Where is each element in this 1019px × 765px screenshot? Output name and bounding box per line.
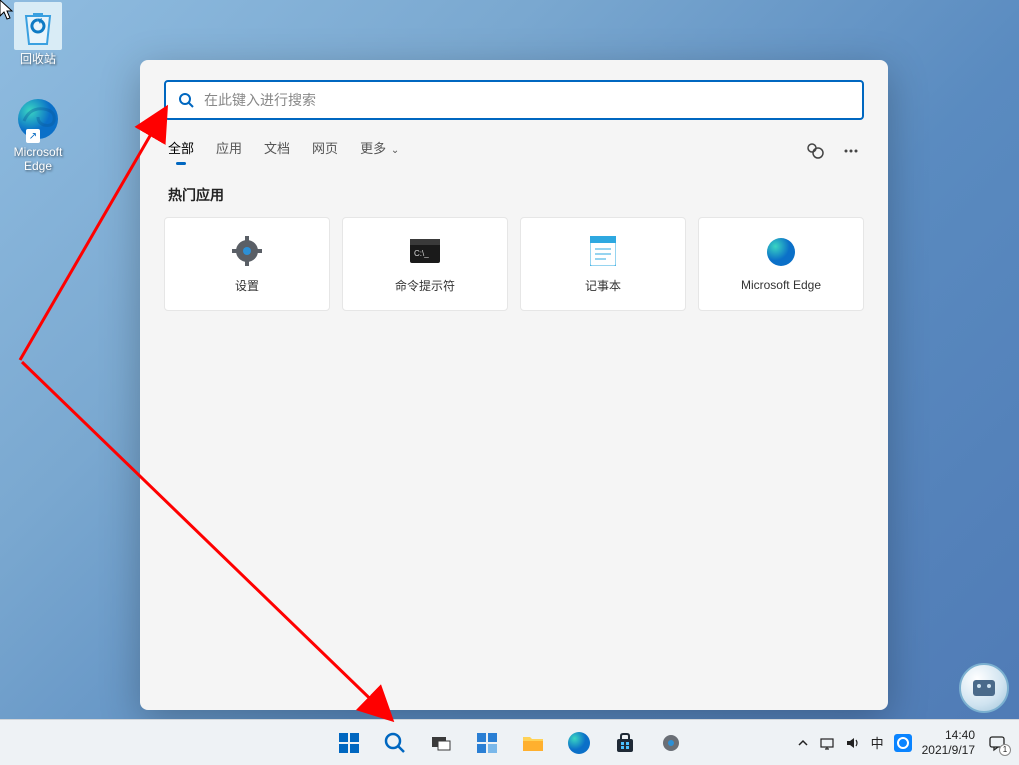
tray-app-icon[interactable]: [894, 734, 912, 752]
date-text: 2021/9/17: [922, 743, 975, 757]
search-tabs-row: 全部 应用 文档 网页 更多 ⌄: [164, 138, 864, 163]
rewards-button[interactable]: [806, 142, 824, 160]
app-card-edge[interactable]: Microsoft Edge: [698, 217, 864, 311]
app-card-settings[interactable]: 设置: [164, 217, 330, 311]
system-tray: 中 14:40 2021/9/17 1: [797, 728, 1019, 757]
notepad-icon: [587, 235, 619, 267]
store-button[interactable]: [605, 723, 645, 763]
chevron-down-icon: ⌄: [388, 145, 399, 156]
taskbar-search-button[interactable]: [375, 723, 415, 763]
settings-icon: [231, 235, 263, 267]
recycle-bin-label: 回收站: [3, 52, 73, 66]
more-options-button[interactable]: [842, 142, 860, 160]
search-panel: 全部 应用 文档 网页 更多 ⌄ 热门应用 设置 C:\_ 命令提示: [140, 60, 888, 710]
recycle-bin-icon: [14, 2, 62, 50]
tab-all[interactable]: 全部: [168, 138, 194, 163]
app-label: 命令提示符: [395, 277, 455, 294]
search-box[interactable]: [164, 80, 864, 120]
taskbar-center: [329, 723, 691, 763]
app-label: 记事本: [585, 277, 621, 294]
tray-overflow-button[interactable]: [797, 737, 809, 749]
widgets-button[interactable]: [467, 723, 507, 763]
taskbar: 中 14:40 2021/9/17 1: [0, 719, 1019, 765]
search-icon: [178, 92, 194, 108]
edge-icon: ↗: [14, 95, 62, 143]
settings-taskbar-button[interactable]: [651, 723, 691, 763]
recycle-bin-desktop-icon[interactable]: 回收站: [3, 2, 73, 66]
app-label: 设置: [235, 277, 259, 294]
edge-icon: [765, 236, 797, 268]
top-apps-grid: 设置 C:\_ 命令提示符 记事本 Microsoft Edge: [164, 217, 864, 311]
assistant-bubble[interactable]: [959, 663, 1009, 713]
tab-web[interactable]: 网页: [312, 138, 338, 163]
time-text: 14:40: [922, 728, 975, 742]
svg-text:C:\_: C:\_: [414, 249, 429, 258]
app-card-notepad[interactable]: 记事本: [520, 217, 686, 311]
app-label: Microsoft Edge: [741, 278, 821, 292]
edge-desktop-icon[interactable]: ↗ Microsoft Edge: [3, 95, 73, 174]
ime-indicator[interactable]: 中: [871, 733, 884, 752]
network-icon[interactable]: [819, 735, 835, 751]
cmd-icon: C:\_: [409, 235, 441, 267]
tab-documents[interactable]: 文档: [264, 138, 290, 163]
clock-button[interactable]: 14:40 2021/9/17: [922, 728, 975, 757]
edge-taskbar-button[interactable]: [559, 723, 599, 763]
search-input[interactable]: [204, 92, 850, 108]
tab-apps[interactable]: 应用: [216, 138, 242, 163]
shortcut-arrow-icon: ↗: [26, 129, 40, 143]
start-button[interactable]: [329, 723, 369, 763]
task-view-button[interactable]: [421, 723, 461, 763]
notifications-button[interactable]: 1: [985, 731, 1009, 755]
notification-badge: 1: [999, 744, 1011, 756]
tab-more[interactable]: 更多 ⌄: [360, 138, 399, 163]
edge-desktop-label: Microsoft Edge: [3, 145, 73, 174]
top-apps-heading: 热门应用: [168, 185, 864, 205]
file-explorer-button[interactable]: [513, 723, 553, 763]
app-card-cmd[interactable]: C:\_ 命令提示符: [342, 217, 508, 311]
volume-icon[interactable]: [845, 735, 861, 751]
